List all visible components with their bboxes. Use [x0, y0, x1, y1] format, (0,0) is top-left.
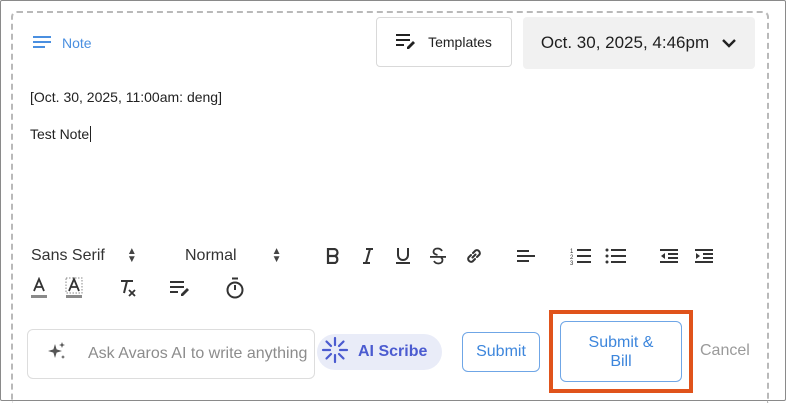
strikethrough-icon	[430, 247, 446, 265]
note-text-line-current[interactable]: Test Note	[30, 126, 92, 142]
template-insert-button[interactable]	[168, 276, 192, 300]
clear-format-icon	[121, 280, 136, 297]
ordered-list-button[interactable]: 123	[569, 244, 593, 268]
menu-lines-icon	[33, 35, 53, 52]
font-family-select[interactable]: Sans Serif ▲ ▼	[31, 246, 137, 266]
italic-button[interactable]	[356, 244, 380, 268]
align-button[interactable]	[514, 244, 538, 268]
submit-and-bill-button[interactable]: Submit & Bill	[560, 321, 682, 382]
note-text: Test Note	[30, 126, 90, 142]
cancel-button[interactable]: Cancel	[700, 342, 750, 360]
outdent-icon	[660, 249, 678, 263]
templates-button[interactable]: Templates	[376, 17, 512, 67]
indent-button[interactable]	[692, 244, 716, 268]
italic-icon	[363, 248, 373, 264]
link-icon	[467, 249, 481, 263]
template-edit-icon	[170, 281, 189, 296]
template-edit-icon	[396, 33, 416, 52]
select-arrows-icon: ▲ ▼	[271, 246, 282, 265]
font-size-value: Normal	[185, 247, 237, 264]
bold-button[interactable]	[321, 244, 345, 268]
text-color-icon	[31, 277, 47, 298]
clear-format-button[interactable]	[116, 276, 140, 300]
bullet-list-icon	[605, 248, 626, 264]
indent-icon	[695, 249, 713, 263]
outdent-button[interactable]	[657, 244, 681, 268]
ai-scribe-button[interactable]: AI Scribe	[317, 334, 442, 370]
align-left-icon	[517, 250, 535, 262]
text-color-button[interactable]	[27, 276, 51, 300]
note-text-line[interactable]: [Oct. 30, 2025, 11:00am: deng]	[30, 89, 222, 105]
link-button[interactable]	[462, 244, 486, 268]
underline-button[interactable]	[391, 244, 415, 268]
ordered-list-icon: 123	[570, 249, 591, 265]
svg-text:3: 3	[570, 261, 574, 265]
select-arrows-icon: ▲ ▼	[126, 246, 137, 265]
datetime-label: Oct. 30, 2025, 4:46pm	[540, 33, 710, 52]
ask-ai-input[interactable]	[88, 345, 308, 363]
sparkle-icon	[46, 341, 68, 368]
bold-icon	[326, 248, 339, 264]
font-family-value: Sans Serif	[31, 247, 105, 264]
timer-button[interactable]	[223, 276, 247, 300]
highlight-color-button[interactable]	[62, 276, 86, 300]
font-size-select[interactable]: Normal ▲ ▼	[185, 246, 281, 266]
ai-scribe-label: AI Scribe	[358, 343, 428, 360]
chevron-down-icon	[721, 33, 737, 53]
templates-label: Templates	[428, 34, 492, 50]
ai-scribe-icon	[320, 335, 350, 370]
submit-button[interactable]: Submit	[462, 332, 540, 372]
datetime-dropdown[interactable]: Oct. 30, 2025, 4:46pm	[523, 17, 755, 69]
timer-icon	[226, 277, 244, 299]
note-tab[interactable]: Note	[33, 33, 92, 53]
bullet-list-button[interactable]	[604, 244, 628, 268]
strikethrough-button[interactable]	[426, 244, 450, 268]
underline-icon	[396, 248, 410, 264]
ask-ai-field[interactable]	[27, 329, 315, 379]
text-caret	[90, 126, 92, 142]
background-color-icon	[65, 277, 83, 298]
note-tab-label: Note	[62, 35, 92, 51]
